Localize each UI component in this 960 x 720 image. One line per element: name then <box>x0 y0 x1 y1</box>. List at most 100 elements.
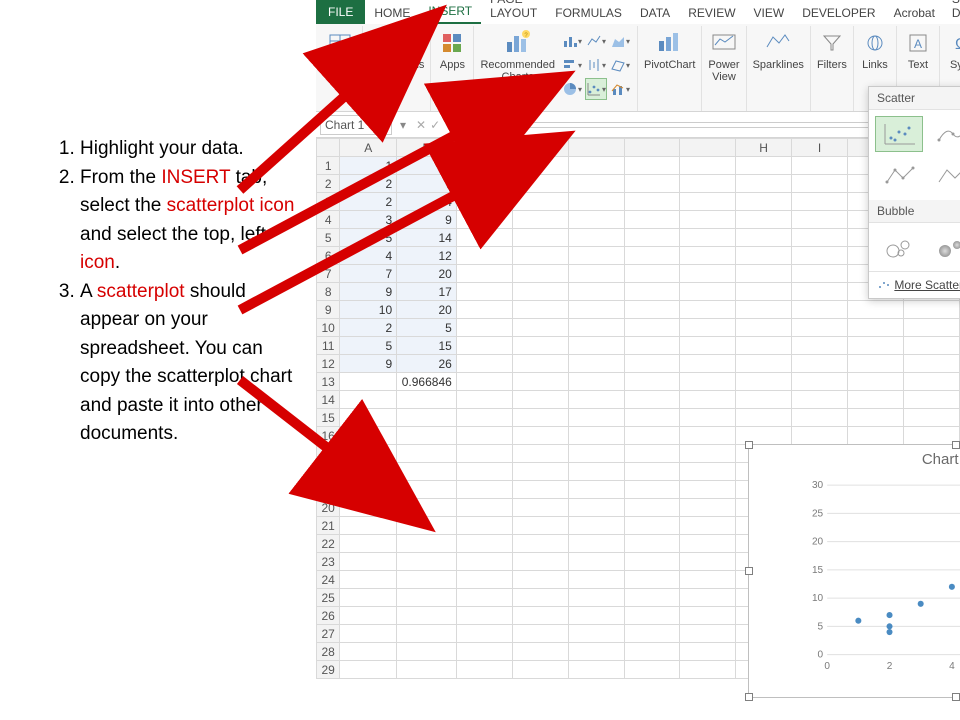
cell[interactable] <box>456 301 512 319</box>
cell[interactable] <box>569 481 625 499</box>
cell[interactable] <box>512 445 568 463</box>
cell[interactable]: 9 <box>340 283 397 301</box>
cell[interactable] <box>456 409 512 427</box>
cell[interactable] <box>512 427 568 445</box>
cell[interactable]: 20 <box>397 265 457 283</box>
cell[interactable] <box>512 535 568 553</box>
cell[interactable] <box>903 373 959 391</box>
cell[interactable] <box>569 265 625 283</box>
cell[interactable] <box>847 373 903 391</box>
surface-chart-button[interactable]: ▾ <box>609 54 631 76</box>
cell[interactable] <box>569 463 625 481</box>
cell[interactable]: 6 <box>397 157 457 175</box>
cell[interactable] <box>624 337 680 355</box>
sparklines-button[interactable]: Sparklines <box>753 28 804 72</box>
cell[interactable] <box>512 175 568 193</box>
cell[interactable] <box>680 283 736 301</box>
cell[interactable] <box>736 229 792 247</box>
cell[interactable] <box>397 463 457 481</box>
cell[interactable] <box>512 265 568 283</box>
cell[interactable] <box>680 391 736 409</box>
cell[interactable] <box>792 355 848 373</box>
cell[interactable] <box>569 391 625 409</box>
symbols-button[interactable]: Ω Sym <box>946 28 960 72</box>
cell[interactable] <box>512 229 568 247</box>
cell[interactable] <box>847 427 903 445</box>
cell[interactable] <box>736 373 792 391</box>
cell[interactable] <box>340 517 397 535</box>
scatter-chart-button[interactable]: ▾ <box>585 78 607 100</box>
cell[interactable] <box>397 499 457 517</box>
illustrations-button[interactable]: Illustrations <box>369 28 425 72</box>
pie-chart-button[interactable]: ▾ <box>561 78 583 100</box>
cell[interactable] <box>569 571 625 589</box>
cell[interactable] <box>680 337 736 355</box>
tab-formulas[interactable]: FORMULAS <box>546 2 631 24</box>
cell[interactable]: 12 <box>397 247 457 265</box>
cell[interactable] <box>456 499 512 517</box>
cell[interactable] <box>397 589 457 607</box>
cell[interactable] <box>624 193 680 211</box>
cell[interactable] <box>569 499 625 517</box>
cell[interactable] <box>569 625 625 643</box>
line-chart-button[interactable]: ▾ <box>585 30 607 52</box>
chart-plot-area[interactable]: 0510152025300246810 <box>797 479 960 673</box>
bubble-3d-option[interactable] <box>927 229 960 265</box>
tab-review[interactable]: REVIEW <box>679 2 744 24</box>
cell[interactable] <box>340 571 397 589</box>
cell[interactable] <box>569 553 625 571</box>
cell[interactable] <box>624 589 680 607</box>
cell[interactable]: 1 <box>340 157 397 175</box>
cell[interactable] <box>569 157 625 175</box>
cell[interactable] <box>569 427 625 445</box>
cell[interactable] <box>680 553 736 571</box>
cell[interactable] <box>340 625 397 643</box>
cell[interactable] <box>903 409 959 427</box>
cell[interactable] <box>736 265 792 283</box>
cell[interactable] <box>512 157 568 175</box>
scatter-straight-lines-markers-option[interactable] <box>875 158 923 194</box>
cell[interactable] <box>340 481 397 499</box>
cell[interactable]: 2 <box>340 175 397 193</box>
tab-insert[interactable]: INSERT <box>419 0 481 24</box>
cell[interactable] <box>456 373 512 391</box>
cell[interactable] <box>624 571 680 589</box>
cell[interactable] <box>680 355 736 373</box>
cell[interactable] <box>340 463 397 481</box>
cell[interactable] <box>340 643 397 661</box>
cell[interactable] <box>569 319 625 337</box>
stock-chart-button[interactable]: ▾ <box>585 54 607 76</box>
cell[interactable]: 3 <box>340 211 397 229</box>
cell[interactable] <box>736 355 792 373</box>
cell[interactable] <box>624 319 680 337</box>
column-chart-button[interactable]: ▾ <box>561 30 583 52</box>
cell[interactable] <box>624 445 680 463</box>
cell[interactable] <box>456 481 512 499</box>
cell[interactable] <box>512 571 568 589</box>
cell[interactable] <box>624 175 680 193</box>
apps-button[interactable]: Apps <box>437 28 467 72</box>
dropdown-icon[interactable]: ▾ <box>396 118 410 132</box>
bar-chart-button[interactable]: ▾ <box>561 54 583 76</box>
cell[interactable] <box>397 553 457 571</box>
cell[interactable] <box>736 193 792 211</box>
cell[interactable]: 5 <box>340 337 397 355</box>
cell[interactable] <box>847 319 903 337</box>
cell[interactable] <box>624 409 680 427</box>
cell[interactable] <box>624 607 680 625</box>
cell[interactable] <box>569 445 625 463</box>
cell[interactable] <box>680 373 736 391</box>
cell[interactable]: 14 <box>397 229 457 247</box>
cell[interactable] <box>512 607 568 625</box>
scatter-smooth-lines-markers-option[interactable] <box>927 116 960 152</box>
cell[interactable] <box>624 373 680 391</box>
cell[interactable] <box>512 373 568 391</box>
scatter-markers-option[interactable] <box>875 116 923 152</box>
cell[interactable] <box>340 499 397 517</box>
cell[interactable] <box>624 247 680 265</box>
cell[interactable] <box>456 229 512 247</box>
cell[interactable] <box>680 175 736 193</box>
cell[interactable]: 20 <box>397 301 457 319</box>
cell[interactable] <box>569 337 625 355</box>
cell[interactable] <box>903 355 959 373</box>
